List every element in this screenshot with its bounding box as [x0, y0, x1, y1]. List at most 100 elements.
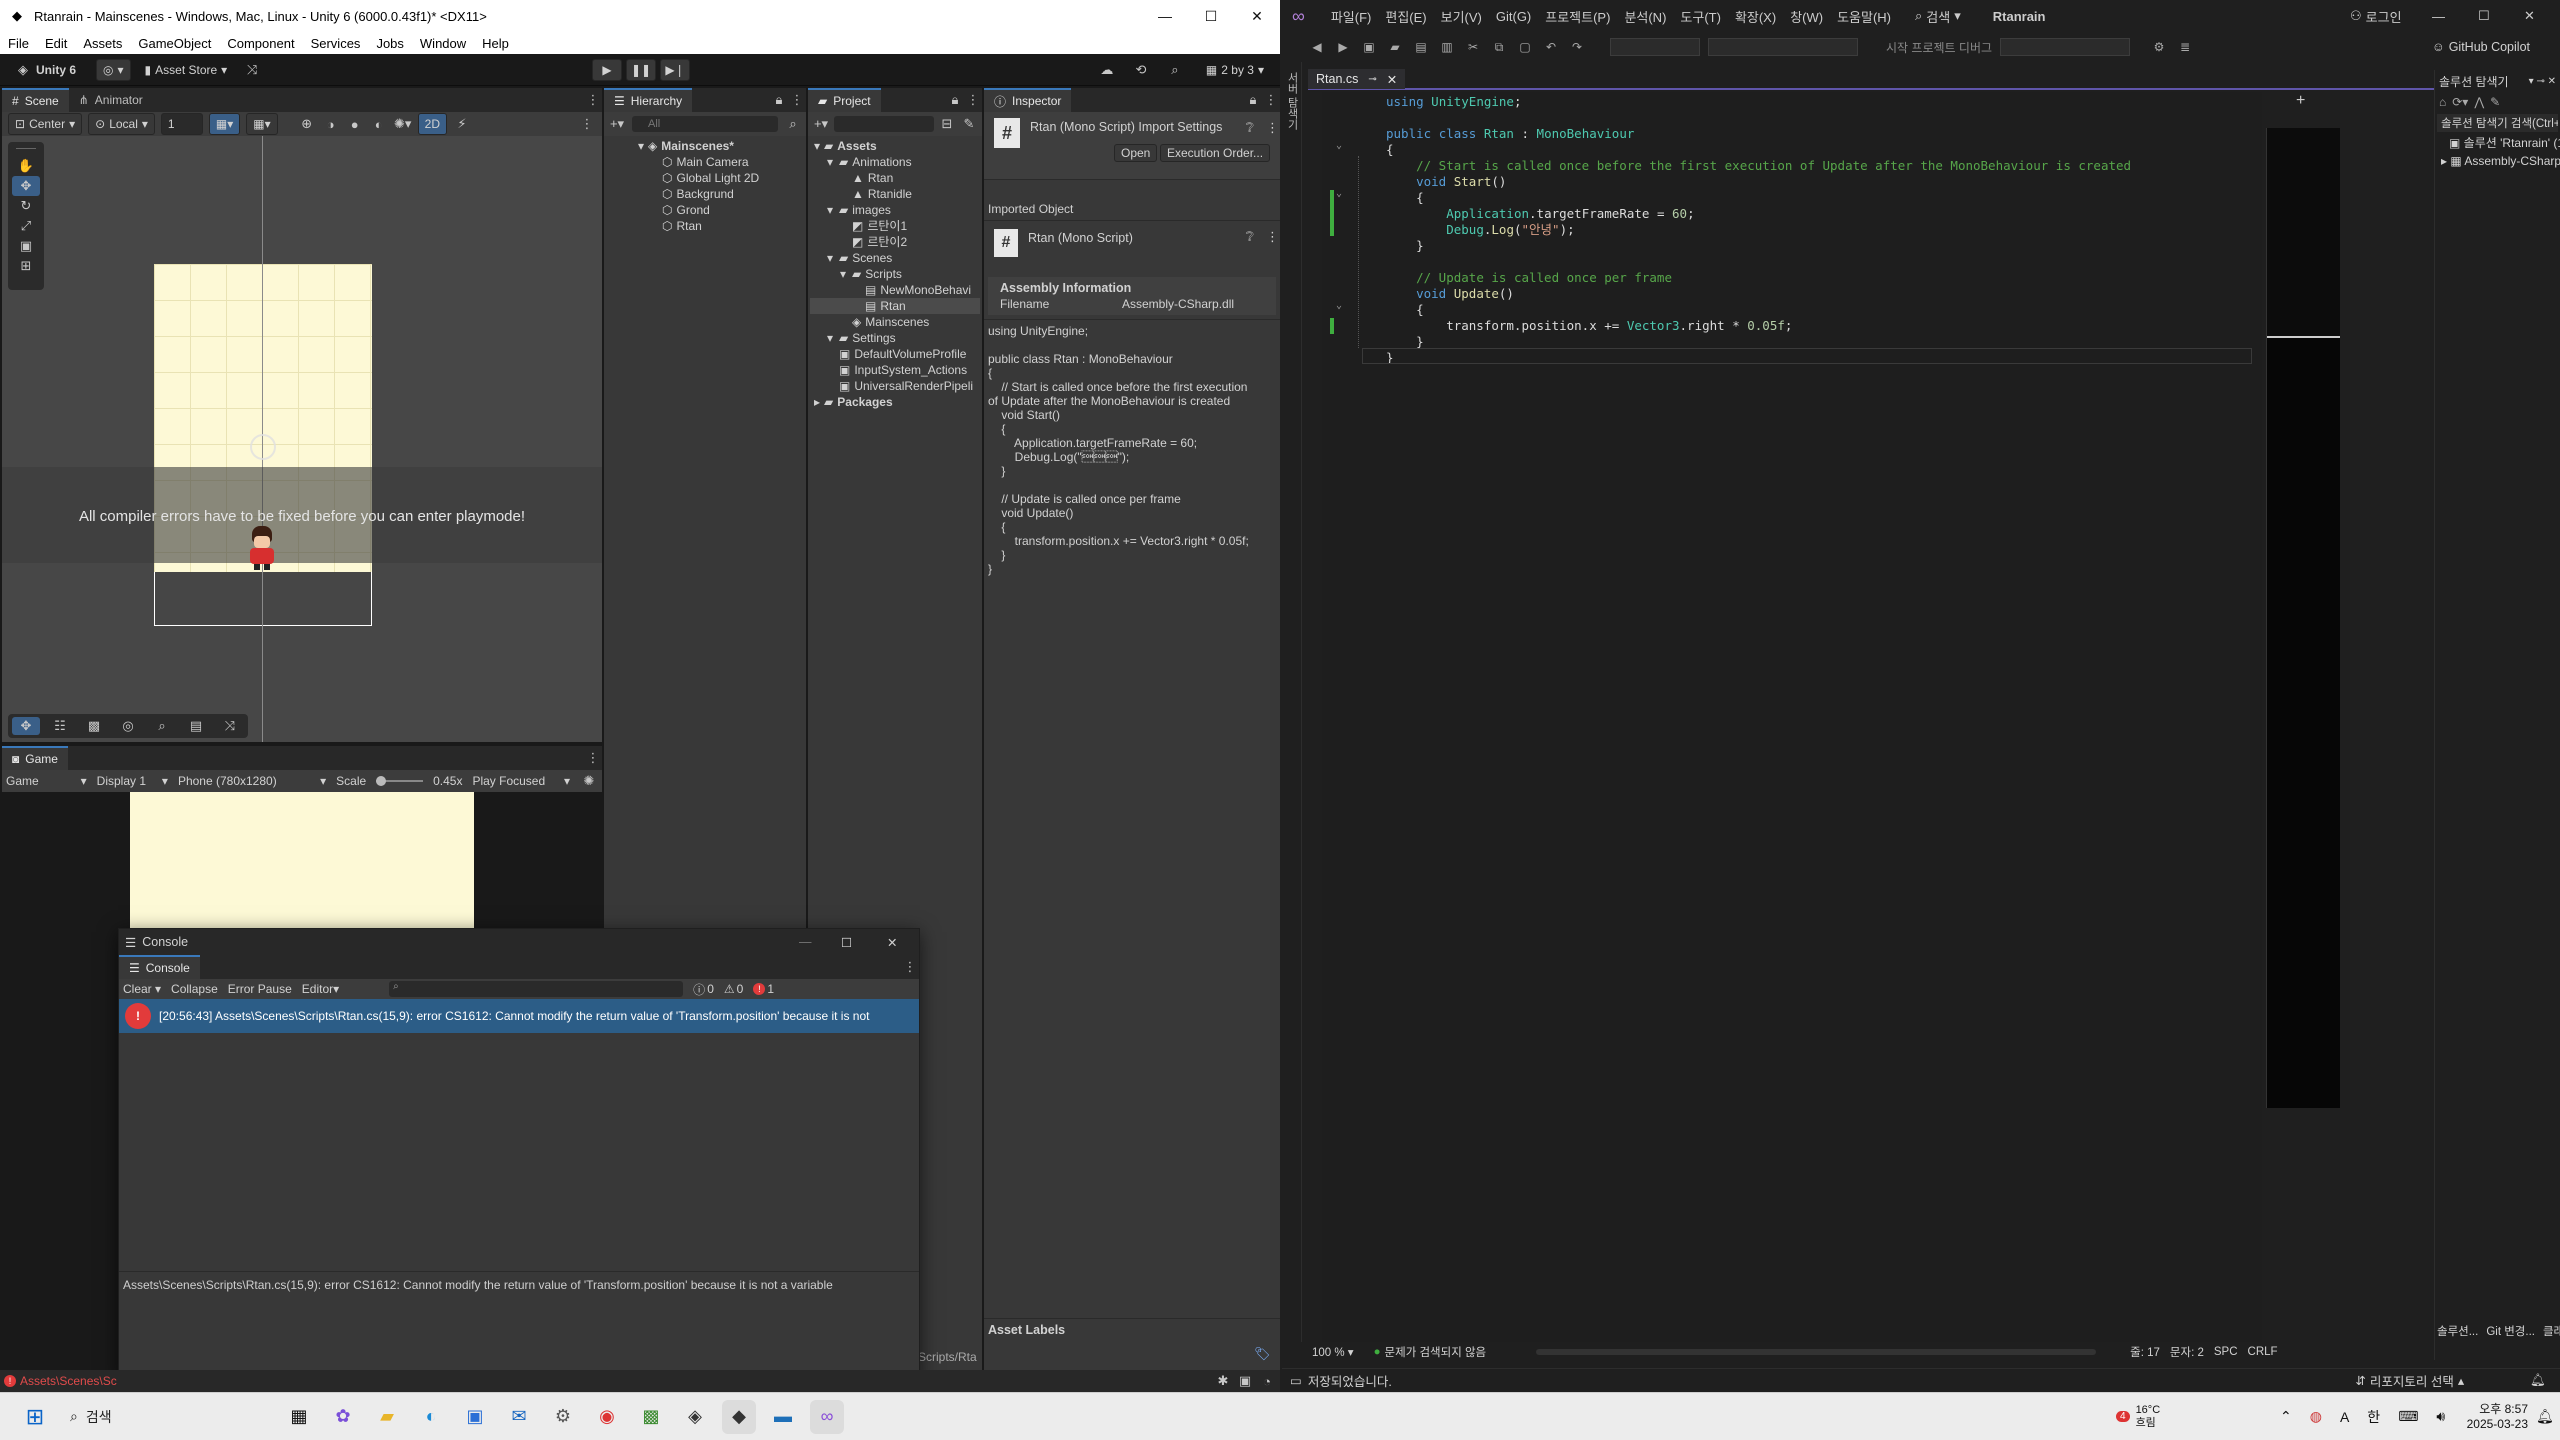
- project-item[interactable]: ▾ ▰ Scripts: [810, 266, 980, 282]
- help-icon[interactable]: ❔︎: [1246, 229, 1254, 245]
- version-control-icon[interactable]: ⤨: [243, 61, 261, 79]
- vs-menu-window[interactable]: 창(W): [1790, 7, 1823, 26]
- scene-viewport[interactable]: All compiler errors have to be fixed bef…: [2, 136, 602, 742]
- collapse-all-icon[interactable]: ⋀: [2474, 95, 2484, 109]
- more-options-icon[interactable]: ⋮: [584, 91, 602, 109]
- pin-icon[interactable]: ⊸: [1368, 74, 1376, 85]
- project-item[interactable]: ◩ 르탄이1: [810, 218, 980, 234]
- maximize-button[interactable]: ☐: [2478, 8, 2490, 24]
- project-item[interactable]: ▲ Rtanidle: [810, 186, 980, 202]
- view-dropdown[interactable]: Game ▾: [6, 774, 87, 788]
- cut-icon[interactable]: ✂: [1464, 38, 1482, 56]
- transform-tool-icon[interactable]: ⊞: [12, 256, 40, 276]
- chrome-icon[interactable]: ◉: [590, 1400, 624, 1434]
- shuffle-icon[interactable]: ⤨: [216, 717, 244, 735]
- more-options-icon[interactable]: ⋮: [578, 115, 596, 133]
- add-icon[interactable]: +▾: [608, 115, 626, 133]
- tools-icon[interactable]: ⚙: [2150, 38, 2168, 56]
- vs-menu-analyze[interactable]: 분석(N): [1624, 7, 1666, 26]
- copilot-app-icon[interactable]: ✿: [326, 1400, 360, 1434]
- ime-indicator[interactable]: 한: [2367, 1407, 2380, 1427]
- notification-bell-icon[interactable]: 🔔︎: [2536, 1408, 2554, 1425]
- outlook-icon[interactable]: ✉: [502, 1400, 536, 1434]
- editor-dropdown[interactable]: Editor▾: [302, 982, 339, 996]
- tab-hierarchy[interactable]: ☰ Hierarchy: [604, 88, 693, 112]
- filter-label-icon[interactable]: ✎: [960, 115, 978, 133]
- project-item[interactable]: ▾ ▰ Scenes: [810, 250, 980, 266]
- scale-tool-icon[interactable]: ⤢: [12, 216, 40, 236]
- config-dropdown[interactable]: [1610, 38, 1700, 56]
- pause-button[interactable]: ❚❚: [626, 58, 656, 81]
- more-options-icon[interactable]: ⋮: [901, 958, 919, 976]
- code-editor[interactable]: ⌄ ⌄ ⌄ using UnityEngine; public class Rta…: [1322, 92, 2262, 1342]
- chevron-icon[interactable]: ▾: [827, 154, 835, 170]
- vs-menu-project[interactable]: 프로젝트(P): [1545, 7, 1610, 26]
- search-icon[interactable]: ⌕: [1166, 61, 1184, 79]
- minecraft-icon[interactable]: ▩: [634, 1400, 668, 1434]
- tab-scene[interactable]: # Scene: [2, 88, 69, 112]
- new-item-icon[interactable]: ▣: [1360, 38, 1378, 56]
- bug-icon[interactable]: ✱: [1214, 1372, 1232, 1390]
- project-item[interactable]: ▾ ▰ images: [810, 202, 980, 218]
- hierarchy-item[interactable]: ⬡ Backgrund: [608, 186, 802, 202]
- add-icon[interactable]: +▾: [812, 115, 830, 133]
- copilot-button[interactable]: ☺ GitHub Copilot: [2432, 40, 2530, 54]
- issues-indicator[interactable]: ● 문제가 검색되지 않음: [1374, 1344, 1487, 1360]
- paste-icon[interactable]: ▢: [1516, 38, 1534, 56]
- more-options-icon[interactable]: ⋮: [788, 91, 806, 109]
- tab-console[interactable]: ☰ Console: [119, 955, 200, 979]
- project-item[interactable]: ▤ NewMonoBehavi: [810, 282, 980, 298]
- fill-icon[interactable]: ▤: [182, 717, 210, 735]
- resolution-dropdown[interactable]: Phone (780x1280) ▾: [178, 774, 326, 788]
- close-tab-icon[interactable]: ✕: [1387, 72, 1397, 87]
- more-options-icon[interactable]: ⋮: [1266, 120, 1279, 136]
- vs-menu-edit[interactable]: 편집(E): [1385, 7, 1426, 26]
- vs-menu-file[interactable]: 파일(F): [1331, 7, 1372, 26]
- filter-type-icon[interactable]: ⊟: [938, 115, 956, 133]
- minimize-button[interactable]: —: [1142, 0, 1188, 32]
- console-search-input[interactable]: ⌕: [389, 981, 684, 997]
- back-icon[interactable]: ◀: [1308, 38, 1326, 56]
- save-all-icon[interactable]: ▥: [1438, 38, 1456, 56]
- tab-game[interactable]: ◙ Game: [2, 746, 68, 770]
- minimize-button[interactable]: —: [799, 935, 812, 949]
- tab-inspector[interactable]: ⓘ Inspector: [984, 88, 1072, 112]
- menu-help[interactable]: Help: [482, 36, 509, 51]
- project-search-input[interactable]: [834, 116, 934, 132]
- minimize-button[interactable]: —: [2432, 9, 2445, 24]
- edge-icon[interactable]: ◐: [414, 1400, 448, 1434]
- tab-animator[interactable]: ⋔ Animator: [69, 88, 153, 112]
- sprite-edit-icon[interactable]: ✥: [12, 717, 40, 735]
- clock[interactable]: 오후 8:57 2025-03-23: [2466, 1402, 2528, 1432]
- network-icon[interactable]: ⌨: [2398, 1408, 2418, 1425]
- grid-snap-button[interactable]: ▦▾: [208, 113, 241, 135]
- paint-icon[interactable]: ◎: [114, 717, 142, 735]
- pin-icon[interactable]: ▾ ⊸ ✕: [2529, 76, 2556, 87]
- vs-login-button[interactable]: ⚇ 로그인: [2350, 7, 2402, 26]
- spc-indicator[interactable]: SPC: [2214, 1346, 2238, 1358]
- chevron-icon[interactable]: ▾: [827, 330, 835, 346]
- menu-file[interactable]: File: [8, 36, 29, 51]
- assets-root-item[interactable]: ▾ ▰ Assets: [810, 138, 980, 154]
- progress-icon[interactable]: ◔: [1258, 1372, 1276, 1390]
- menu-assets[interactable]: Assets: [83, 36, 122, 51]
- gizmos-icon[interactable]: ✺▾: [394, 115, 412, 133]
- project-item[interactable]: ▾ ▰ Settings: [810, 330, 980, 346]
- minimap[interactable]: [2266, 128, 2340, 1108]
- more-options-icon[interactable]: ⋮: [1262, 91, 1280, 109]
- store-icon[interactable]: ▣: [458, 1400, 492, 1434]
- visual-studio-icon[interactable]: ∞: [810, 1399, 844, 1434]
- audio-mute-icon[interactable]: ⚡: [453, 115, 471, 133]
- collapse-icon[interactable]: ⌄: [1336, 188, 1342, 199]
- open-icon[interactable]: ▰: [1386, 38, 1404, 56]
- tab-git-changes[interactable]: Git 변경...: [2486, 1323, 2535, 1339]
- vs-menu-extensions[interactable]: 확장(X): [1735, 7, 1776, 26]
- project-item[interactable]: ▸ ▦ Assembly-CSharp(언로드됨): [2435, 152, 2560, 170]
- lock-icon[interactable]: 🔒︎: [770, 91, 788, 109]
- picker-icon[interactable]: ⌕: [148, 717, 176, 735]
- stats-gear-icon[interactable]: ✺: [580, 772, 598, 790]
- hierarchy-item[interactable]: ⬡ Grond: [608, 202, 802, 218]
- chevron-icon[interactable]: ▾: [840, 266, 848, 282]
- menu-edit[interactable]: Edit: [45, 36, 67, 51]
- snap-value-field[interactable]: 1: [160, 113, 203, 135]
